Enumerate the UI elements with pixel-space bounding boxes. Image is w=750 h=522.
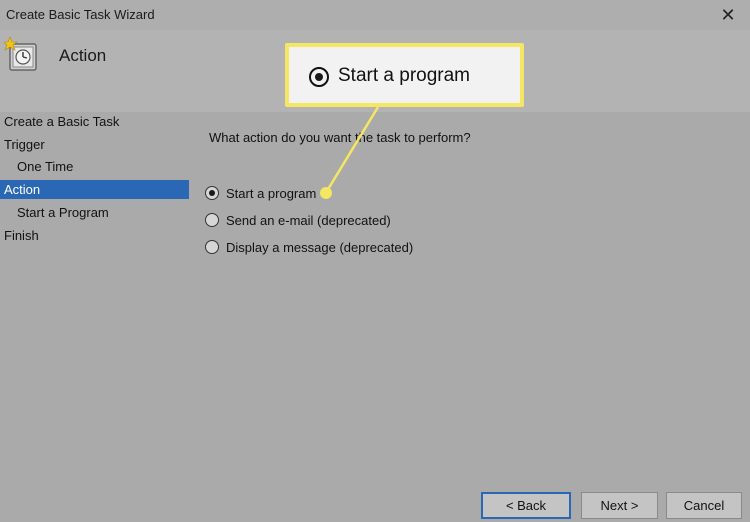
task-scheduler-icon — [4, 36, 37, 71]
option-label: Send an e-mail (deprecated) — [226, 212, 391, 228]
main-content: What action do you want the task to perf… — [192, 112, 750, 522]
action-prompt: What action do you want the task to perf… — [209, 130, 471, 145]
option-label: Start a program — [226, 185, 317, 201]
window-title: Create Basic Task Wizard — [6, 7, 155, 22]
next-button[interactable]: Next > — [581, 492, 658, 519]
sidebar-item-create-basic-task[interactable]: Create a Basic Task — [0, 112, 189, 131]
radio-button[interactable] — [205, 213, 219, 227]
wizard-steps-sidebar: Create a Basic Task Trigger One Time Act… — [0, 112, 192, 522]
sidebar-item-trigger[interactable]: Trigger — [0, 135, 189, 154]
radio-button-checked[interactable] — [205, 186, 219, 200]
option-send-email[interactable]: Send an e-mail (deprecated) — [205, 211, 391, 229]
callout-label: Start a program — [338, 65, 470, 86]
option-start-a-program[interactable]: Start a program — [205, 184, 316, 202]
close-icon[interactable]: ✕ — [716, 3, 740, 27]
option-display-message[interactable]: Display a message (deprecated) — [205, 238, 413, 256]
sidebar-item-start-a-program[interactable]: Start a Program — [0, 203, 189, 222]
title-bar: Create Basic Task Wizard ✕ — [0, 0, 750, 30]
radio-button-checked-icon — [309, 67, 329, 87]
page-title: Action — [59, 46, 107, 65]
radio-button[interactable] — [205, 240, 219, 254]
sidebar-item-action[interactable]: Action — [0, 180, 189, 199]
back-button[interactable]: < Back — [481, 492, 571, 519]
option-label: Display a message (deprecated) — [226, 239, 414, 255]
callout-highlight: Start a program — [285, 43, 524, 107]
cancel-button[interactable]: Cancel — [666, 492, 742, 519]
sidebar-item-finish[interactable]: Finish — [0, 226, 189, 245]
sidebar-item-one-time[interactable]: One Time — [0, 157, 189, 176]
